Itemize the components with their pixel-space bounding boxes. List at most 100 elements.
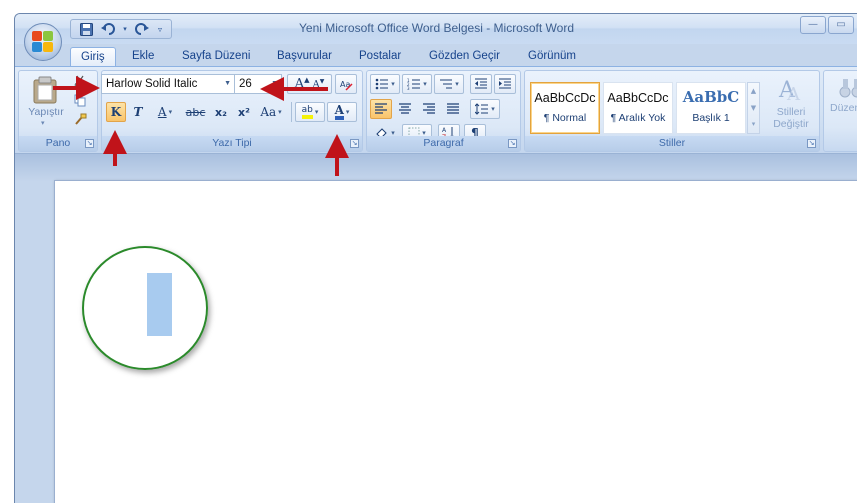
clear-formatting-icon: Aa [340,80,353,91]
align-center-button[interactable] [394,99,416,119]
align-left-icon [375,103,387,114]
clipboard-icon [33,76,57,104]
font-size-dropdown-icon[interactable]: ▼ [271,75,278,93]
change-styles-label-1: Stilleri [776,106,806,118]
tab-references[interactable]: Başvurular [267,47,342,66]
paste-dropdown-icon: ▾ [41,119,45,127]
increase-indent-button[interactable] [494,74,516,94]
font-size-value: 26 [239,78,252,90]
highlight-button[interactable]: ab ▾ [295,102,325,122]
style-heading-1[interactable]: AaBbC Başlık 1 [676,82,746,134]
line-spacing-button[interactable]: ▾ [470,99,500,119]
style-sample: AaBbCcDc [534,91,596,105]
ribbon: Yapıştır ▾ Pano ↘ Harlow Solid Italic ▼ … [15,66,857,154]
svg-text:3: 3 [407,86,410,90]
grow-shrink-font-buttons: A▲ A▼ [287,74,332,94]
change-styles-label-2: Değiştir [773,118,809,130]
font-launcher-icon[interactable]: ↘ [350,139,359,148]
editing-group: Düzen [823,70,857,152]
style-normal[interactable]: AaBbCcDc ¶ Normal [530,82,600,134]
font-name-dropdown-icon[interactable]: ▼ [224,75,231,93]
tab-view[interactable]: Görünüm [518,47,586,66]
paragraph-group-label: Paragraf [367,136,520,151]
multilevel-list-button[interactable]: ▾ [434,74,464,94]
shrink-font-button[interactable]: A▼ [312,78,324,90]
underline-label: A [157,105,167,119]
numbering-button[interactable]: 1 2 3 ▾ [402,74,432,94]
align-right-icon [423,103,435,114]
text-cursor-selection [147,273,172,336]
change-styles-icon: AA [778,78,801,105]
strikethrough-button[interactable]: abc [182,102,209,122]
decrease-indent-button[interactable] [470,74,492,94]
svg-text:A: A [442,127,447,134]
highlight-circle [82,246,208,370]
format-painter-icon[interactable] [71,111,89,127]
style-name: ¶ Aralık Yok [610,112,666,124]
window-controls: — ▭ [800,16,854,34]
bold-button[interactable]: K [106,102,126,122]
clear-formatting-button[interactable]: Aa [335,74,357,94]
maximize-button[interactable]: ▭ [828,16,854,34]
styles-launcher-icon[interactable]: ↘ [807,139,816,148]
change-case-button[interactable]: Aa ▾ [256,102,286,122]
subscript-button[interactable]: x₂ [210,102,232,122]
gallery-more-icon: ▾ [751,120,756,128]
style-no-spacing[interactable]: AaBbCcDc ¶ Aralık Yok [603,82,673,134]
tab-mailings[interactable]: Postalar [349,47,411,66]
styles-gallery-scroll[interactable]: ▲ ▼ ▾ [747,82,760,134]
font-color-button[interactable]: A ▾ [327,102,357,122]
font-name-value: Harlow Solid Italic [106,78,198,90]
tab-home[interactable]: Giriş [70,47,116,66]
office-logo-icon [32,31,54,53]
grow-font-button[interactable]: A▲ [295,76,310,91]
styles-group: AaBbCcDc ¶ Normal AaBbCcDc ¶ Aralık Yok … [524,70,820,152]
paragraph-group: ▾ 1 2 3 ▾ ▾ ▾ ▾ ▾ A ¶ Paragraf ↘ [366,70,521,152]
bullets-icon [375,78,389,90]
gallery-up-icon: ▲ [750,87,757,95]
justify-button[interactable] [442,99,464,119]
cut-icon[interactable] [71,73,89,89]
font-size-combo[interactable]: 26 ▼ [235,74,282,94]
font-name-combo[interactable]: Harlow Solid Italic ▼ [101,74,235,94]
font-separator [291,102,292,122]
style-name: ¶ Normal [543,112,587,124]
styles-group-label: Stiller [525,136,819,151]
tab-page-layout[interactable]: Sayfa Düzeni [172,47,260,66]
minimize-button[interactable]: — [800,16,826,34]
highlight-label: ab [301,105,313,119]
tab-review[interactable]: Gözden Geçir [419,47,510,66]
window-title: Yeni Microsoft Office Word Belgesi - Mic… [299,21,574,35]
underline-button[interactable]: A ▾ [150,102,180,122]
align-center-icon [399,103,411,114]
ribbon-tabs: Giriş Ekle Sayfa Düzeni Başvurular Posta… [15,44,857,66]
decrease-indent-icon [475,78,487,89]
binoculars-icon [839,79,857,98]
align-right-button[interactable] [418,99,440,119]
clipboard-group: Yapıştır ▾ Pano ↘ [18,70,98,152]
superscript-button[interactable]: x² [233,102,255,122]
numbering-icon: 123 [407,78,421,90]
style-sample: AaBbCcDc [607,91,669,105]
font-color-label: A [334,104,344,120]
increase-indent-icon [499,78,511,89]
bullets-button[interactable]: ▾ [370,74,400,94]
multilevel-list-icon [440,79,453,89]
italic-button[interactable]: T [128,102,148,122]
tab-insert[interactable]: Ekle [122,47,164,66]
font-group: Harlow Solid Italic ▼ 26 ▼ A▲ A▼ Aa K T … [101,70,363,152]
title-bar: ▾ ▿ Yeni Microsoft Office Word Belgesi -… [15,14,857,44]
change-styles-button[interactable]: AA Stilleri Değiştir [765,75,817,137]
svg-text:A: A [786,84,801,103]
justify-icon [447,103,459,114]
clipboard-launcher-icon[interactable]: ↘ [85,139,94,148]
copy-icon[interactable] [71,92,89,108]
paste-label: Yapıştır [28,106,64,118]
paste-button[interactable]: Yapıştır ▾ [27,76,65,134]
line-spacing-icon [475,103,489,115]
paragraph-launcher-icon[interactable]: ↘ [508,139,517,148]
font-group-label: Yazı Tipi [102,136,362,151]
editing-label[interactable]: Düzen [830,102,857,114]
align-left-button[interactable] [370,99,392,119]
office-button[interactable] [24,23,62,61]
